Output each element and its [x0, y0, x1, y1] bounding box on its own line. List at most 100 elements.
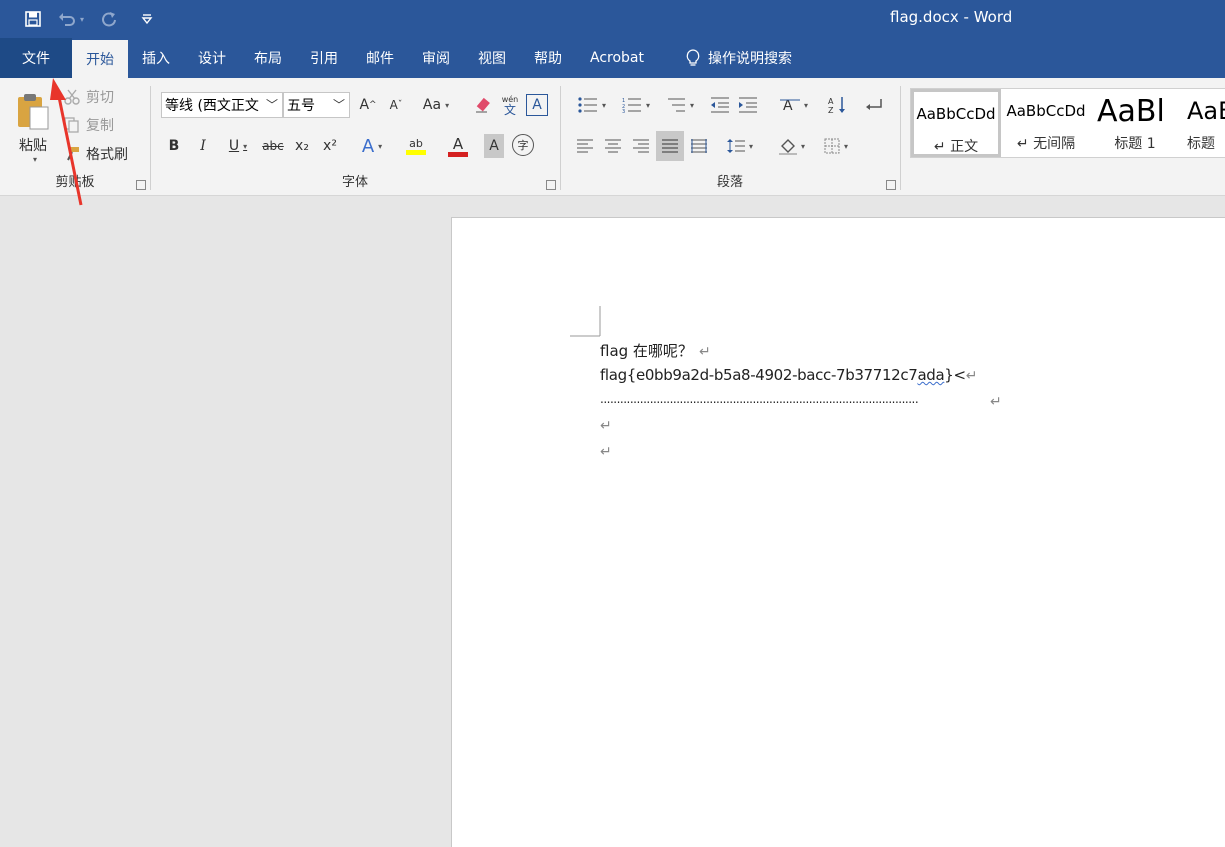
style-normal[interactable]: AaBbCcDd ↵ 正文	[911, 89, 1001, 157]
distributed-icon	[691, 139, 707, 153]
tab-layout[interactable]: 布局	[240, 38, 296, 78]
subscript-icon: x₂	[295, 138, 309, 154]
style-title[interactable]: AaB 标题	[1181, 89, 1225, 157]
borders-button[interactable]: ▾	[816, 134, 856, 158]
paragraph-mark: ↵	[698, 344, 711, 360]
align-center-button[interactable]	[602, 134, 624, 158]
highlight-button[interactable]: ab	[396, 132, 436, 160]
justify-icon	[662, 139, 678, 153]
svg-text:3: 3	[622, 109, 625, 113]
dialog-launcher-icon[interactable]	[886, 180, 896, 190]
subscript-button[interactable]: x₂	[290, 134, 314, 158]
grow-font-button[interactable]: A ^	[356, 92, 380, 118]
copy-icon	[64, 117, 79, 133]
underline-button[interactable]: U ▾	[221, 134, 255, 158]
ribbon-home: 粘贴 ▾ 剪切 复制 格式刷 剪贴板 等线 (西文正文 ﹀ 五号 ﹀ A ^ Aˇ A…	[0, 78, 1225, 196]
tab-references[interactable]: 引用	[296, 38, 352, 78]
bullets-icon	[578, 97, 597, 113]
tab-help[interactable]: 帮助	[520, 38, 576, 78]
increase-indent-button[interactable]	[736, 94, 760, 116]
increase-indent-icon	[739, 97, 757, 113]
tab-design[interactable]: 设计	[184, 38, 240, 78]
clear-formatting-button[interactable]	[470, 92, 494, 118]
text-effects-button[interactable]: A ▾	[354, 134, 390, 158]
customize-qat-icon[interactable]	[128, 6, 166, 32]
copy-button[interactable]: 复制	[64, 114, 114, 136]
enclose-characters-button[interactable]: 字	[512, 134, 534, 156]
tab-file[interactable]: 文件	[0, 38, 72, 78]
paragraph-mark: ↵	[600, 444, 612, 460]
align-right-button[interactable]	[630, 134, 652, 158]
italic-button[interactable]: I	[193, 134, 213, 158]
style-no-spacing[interactable]: AaBbCcDd ↵ 无间隔	[1003, 89, 1089, 157]
asian-layout-button[interactable]: A ▾	[774, 94, 814, 116]
justify-button[interactable]	[656, 131, 684, 161]
tell-me-search[interactable]: 操作说明搜索	[672, 38, 806, 78]
bold-icon: B	[168, 138, 180, 154]
paragraph-5[interactable]: ↵	[600, 442, 612, 460]
styles-gallery: AaBbCcDd ↵ 正文 AaBbCcDd ↵ 无间隔 AaBl 标题 1 A…	[910, 88, 1225, 158]
phonetic-guide-char: 文	[503, 103, 516, 117]
numbering-button[interactable]: 1 2 3 ▾	[616, 94, 656, 116]
style-heading-1[interactable]: AaBl 标题 1	[1091, 89, 1179, 157]
cut-button[interactable]: 剪切	[64, 86, 114, 108]
phonetic-guide-button[interactable]: wén 文	[498, 92, 522, 118]
tab-view[interactable]: 视图	[464, 38, 520, 78]
sort-button[interactable]: AZ	[826, 94, 850, 116]
svg-text:Z: Z	[828, 106, 834, 114]
align-left-button[interactable]	[574, 134, 596, 158]
redo-icon[interactable]	[90, 6, 128, 32]
margin-corner-mark	[570, 306, 601, 337]
document-page[interactable]: flag 在哪呢？ ↵ flag{e0bb9a2d-b5a8-4902-bacc-…	[451, 217, 1225, 847]
save-icon[interactable]	[14, 6, 52, 32]
bullets-button[interactable]: ▾	[572, 94, 612, 116]
align-center-icon	[605, 139, 621, 153]
font-size-combo[interactable]: 五号 ﹀	[283, 92, 350, 118]
line-spacing-button[interactable]: ▾	[720, 134, 760, 158]
shading-button[interactable]: ▾	[772, 134, 812, 158]
decrease-indent-button[interactable]	[708, 94, 732, 116]
tab-insert[interactable]: 插入	[128, 38, 184, 78]
font-color-button[interactable]: A	[438, 132, 478, 160]
show-marks-button[interactable]	[862, 94, 886, 116]
lightbulb-icon	[686, 49, 700, 66]
paragraph-1[interactable]: flag 在哪呢？ ↵	[600, 340, 711, 361]
title-bar: ▾ flag.docx - Word	[0, 0, 1225, 38]
paste-button[interactable]: 粘贴 ▾	[10, 86, 56, 170]
style-heading-1-name: 标题 1	[1114, 136, 1156, 152]
style-normal-name: ↵ 正文	[933, 139, 979, 155]
tab-acrobat[interactable]: Acrobat	[576, 38, 658, 78]
tab-home[interactable]: 开始	[72, 40, 128, 78]
multilevel-list-button[interactable]: ▾	[660, 94, 700, 116]
character-border-button[interactable]: A	[526, 94, 548, 116]
format-painter-button[interactable]: 格式刷	[64, 143, 128, 165]
paragraph-4[interactable]: ↵	[600, 416, 612, 434]
superscript-button[interactable]: x²	[318, 134, 342, 158]
paragraph-2[interactable]: flag{e0bb9a2d-b5a8-4902-bacc-7b37712c7ad…	[600, 366, 977, 384]
align-left-icon	[577, 139, 593, 153]
undo-icon[interactable]: ▾	[52, 6, 90, 32]
ribbon-tabs: 文件 开始 插入 设计 布局 引用 邮件 审阅 视图 帮助 Acrobat 操作…	[0, 38, 1225, 78]
tab-review[interactable]: 审阅	[408, 38, 464, 78]
font-name-combo[interactable]: 等线 (西文正文 ﹀	[161, 92, 283, 118]
change-case-button[interactable]: Aa ▾	[418, 92, 454, 118]
tab-mailings[interactable]: 邮件	[352, 38, 408, 78]
paragraph-mark: ↵	[600, 418, 612, 434]
underline-icon: U	[228, 138, 240, 154]
bold-button[interactable]: B	[164, 134, 184, 158]
distributed-button[interactable]	[688, 134, 710, 158]
enclose-characters-icon: 字	[517, 139, 529, 152]
align-right-icon	[633, 139, 649, 153]
multilevel-list-icon	[667, 98, 685, 112]
font-group-label: 字体	[341, 175, 368, 190]
shrink-font-button[interactable]: Aˇ	[384, 92, 408, 118]
strikethrough-button[interactable]: abc	[260, 134, 286, 158]
dialog-launcher-icon[interactable]	[546, 180, 556, 190]
paragraph-3[interactable]: ........................................…	[600, 392, 1000, 406]
shrink-font-icon: A	[389, 98, 398, 112]
paragraph-mark: ↵	[965, 368, 978, 384]
character-shading-button[interactable]: A	[484, 134, 504, 158]
dialog-launcher-icon[interactable]	[136, 180, 146, 190]
paragraph-3-text: ........................................…	[600, 392, 919, 406]
eraser-icon	[476, 97, 490, 113]
